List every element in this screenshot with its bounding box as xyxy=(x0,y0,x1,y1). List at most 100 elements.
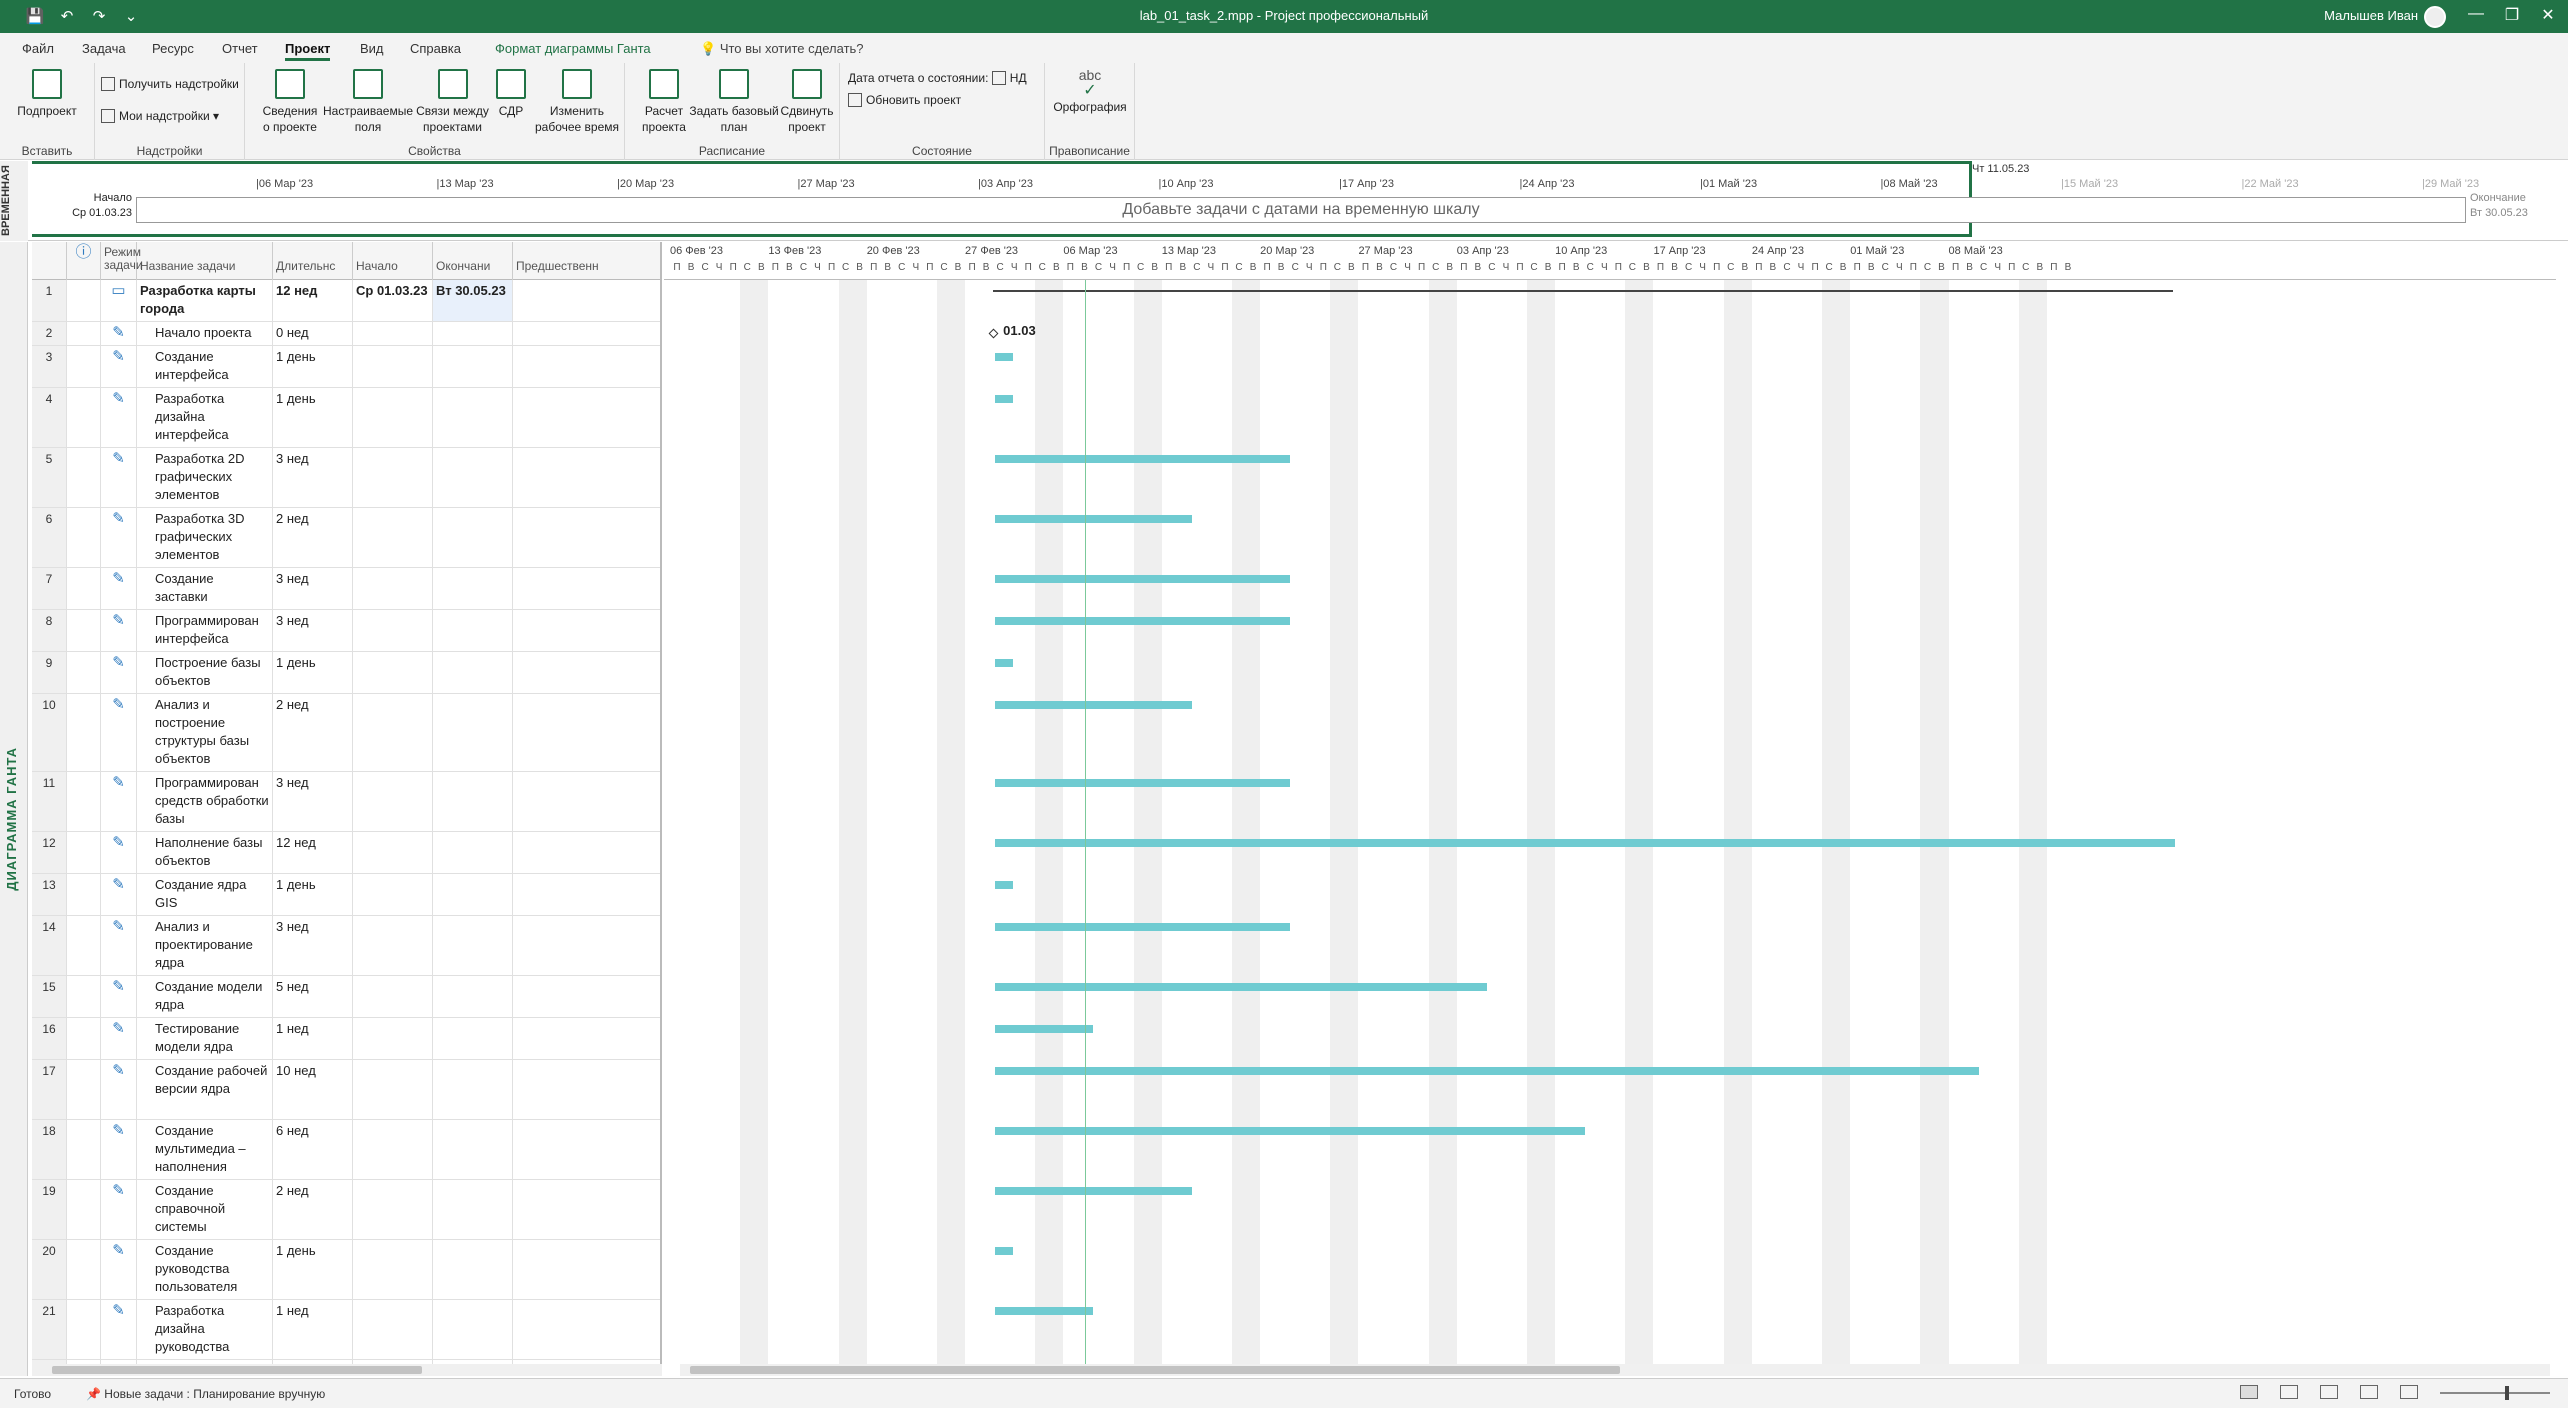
task-duration[interactable]: 1 нед xyxy=(273,1300,353,1359)
task-name[interactable]: Создание интерфейса xyxy=(137,346,273,387)
new-tasks-mode[interactable]: 📌 Новые задачи : Планирование вручную xyxy=(86,1387,325,1401)
row-id[interactable]: 7 xyxy=(32,568,67,609)
table-row[interactable]: 16 ✎ Тестирование модели ядра 1 нед xyxy=(32,1018,660,1060)
task-duration[interactable]: 1 нед xyxy=(273,1018,353,1059)
task-finish[interactable]: Вт 30.05.23 xyxy=(433,280,513,321)
task-duration[interactable]: 3 нед xyxy=(273,772,353,831)
task-bar[interactable] xyxy=(995,455,1291,463)
row-id[interactable]: 20 xyxy=(32,1240,67,1299)
gantt-view-shortcut-icon[interactable] xyxy=(2240,1385,2258,1399)
tab-gantt-format[interactable]: Формат диаграммы Ганта xyxy=(495,41,651,56)
gantt-chart[interactable]: 06 Фев '23 13 Фев '23 20 Фев '23 27 Фев '23… xyxy=(664,242,2556,1366)
task-duration[interactable]: 10 нед xyxy=(273,1060,353,1119)
move-project-button[interactable]: Сдвинуть проект xyxy=(777,69,837,135)
close-button[interactable]: ✕ xyxy=(2528,5,2568,25)
task-predecessors[interactable] xyxy=(513,916,660,975)
task-bar[interactable] xyxy=(995,575,1291,583)
task-usage-shortcut-icon[interactable] xyxy=(2280,1385,2298,1399)
row-id[interactable]: 1 xyxy=(32,280,67,321)
task-start[interactable] xyxy=(353,346,433,387)
task-bar[interactable] xyxy=(995,1025,1094,1033)
task-duration[interactable]: 3 нед xyxy=(273,568,353,609)
table-row[interactable]: 8 ✎ Программирован интерфейса 3 нед xyxy=(32,610,660,652)
task-bar[interactable] xyxy=(995,839,2176,847)
task-duration[interactable]: 12 нед xyxy=(273,280,353,321)
task-start[interactable] xyxy=(353,1180,433,1239)
table-row[interactable]: 2 ✎ Начало проекта 0 нед xyxy=(32,322,660,346)
task-duration[interactable]: 1 день xyxy=(273,388,353,447)
zoom-slider[interactable] xyxy=(2440,1392,2550,1394)
tab-task[interactable]: Задача xyxy=(82,41,126,56)
task-bar[interactable] xyxy=(995,395,1013,403)
table-row[interactable]: 21 ✎ Разработка дизайна руководства 1 нед xyxy=(32,1300,660,1360)
task-bar[interactable] xyxy=(995,1067,1979,1075)
task-duration[interactable]: 3 нед xyxy=(273,916,353,975)
table-row[interactable]: 7 ✎ Создание заставки 3 нед xyxy=(32,568,660,610)
task-predecessors[interactable] xyxy=(513,388,660,447)
table-row[interactable]: 17 ✎ Создание рабочей версии ядра 10 нед xyxy=(32,1060,660,1120)
tab-view[interactable]: Вид xyxy=(360,41,384,56)
task-predecessors[interactable] xyxy=(513,976,660,1017)
working-time-button[interactable]: Изменить рабочее время xyxy=(531,69,623,135)
table-row[interactable]: 18 ✎ Создание мультимедиа – наполнения 6 не… xyxy=(32,1120,660,1180)
task-finish[interactable] xyxy=(433,832,513,873)
task-predecessors[interactable] xyxy=(513,280,660,321)
tab-file[interactable]: Файл xyxy=(22,41,54,56)
table-row[interactable]: 6 ✎ Разработка 3D графических элементов 2 н… xyxy=(32,508,660,568)
tab-resource[interactable]: Ресурс xyxy=(152,41,194,56)
task-start[interactable] xyxy=(353,976,433,1017)
my-addins-button[interactable]: Мои надстройки ▾ xyxy=(101,109,219,123)
row-id[interactable]: 15 xyxy=(32,976,67,1017)
scroll-thumb[interactable] xyxy=(52,1366,422,1374)
task-name[interactable]: Построение базы объектов xyxy=(137,652,273,693)
task-start[interactable] xyxy=(353,610,433,651)
table-row[interactable]: 10 ✎ Анализ и построение структуры базы об… xyxy=(32,694,660,772)
task-duration[interactable]: 5 нед xyxy=(273,976,353,1017)
minimize-button[interactable]: — xyxy=(2456,5,2496,23)
task-duration[interactable]: 2 нед xyxy=(273,508,353,567)
task-predecessors[interactable] xyxy=(513,610,660,651)
mode-column-header[interactable]: Режим задачи xyxy=(101,242,143,280)
task-finish[interactable] xyxy=(433,1018,513,1059)
table-row[interactable]: 14 ✎ Анализ и проектирование ядра 3 нед xyxy=(32,916,660,976)
baseline-button[interactable]: Задать базовый план xyxy=(689,69,779,135)
task-name[interactable]: Анализ и построение структуры базы объек… xyxy=(137,694,273,771)
task-finish[interactable] xyxy=(433,346,513,387)
task-duration[interactable]: 1 день xyxy=(273,652,353,693)
task-duration[interactable]: 2 нед xyxy=(273,1180,353,1239)
task-duration[interactable]: 1 день xyxy=(273,346,353,387)
predecessors-column-header[interactable]: Предшественн xyxy=(513,242,660,280)
get-addins-button[interactable]: Получить надстройки xyxy=(101,77,239,91)
task-finish[interactable] xyxy=(433,1240,513,1299)
task-name[interactable]: Создание рабочей версии ядра xyxy=(137,1060,273,1119)
task-duration[interactable]: 12 нед xyxy=(273,832,353,873)
chart-horizontal-scrollbar[interactable] xyxy=(680,1364,2550,1376)
table-row[interactable]: 4 ✎ Разработка дизайна интерфейса 1 день xyxy=(32,388,660,448)
task-predecessors[interactable] xyxy=(513,772,660,831)
row-id[interactable]: 21 xyxy=(32,1300,67,1359)
status-date-button[interactable]: Дата отчета о состоянии: НД xyxy=(848,71,1027,85)
row-id[interactable]: 3 xyxy=(32,346,67,387)
task-name[interactable]: Тестирование модели ядра xyxy=(137,1018,273,1059)
row-id[interactable]: 18 xyxy=(32,1120,67,1179)
task-bar[interactable] xyxy=(995,659,1013,667)
row-id[interactable]: 8 xyxy=(32,610,67,651)
spelling-button[interactable]: abc ✓ Орфография xyxy=(1050,67,1130,115)
task-finish[interactable] xyxy=(433,874,513,915)
calculate-button[interactable]: Расчет проекта xyxy=(637,69,691,135)
task-predecessors[interactable] xyxy=(513,1180,660,1239)
task-start[interactable] xyxy=(353,322,433,345)
row-id[interactable]: 11 xyxy=(32,772,67,831)
update-project-button[interactable]: Обновить проект xyxy=(848,93,961,107)
grid-horizontal-scrollbar[interactable] xyxy=(32,1364,662,1376)
table-row[interactable]: 5 ✎ Разработка 2D графических элементов 3 н… xyxy=(32,448,660,508)
task-name[interactable]: Программирован интерфейса xyxy=(137,610,273,651)
team-planner-shortcut-icon[interactable] xyxy=(2320,1385,2338,1399)
project-info-button[interactable]: Сведения о проекте xyxy=(260,69,320,135)
row-id[interactable]: 19 xyxy=(32,1180,67,1239)
task-finish[interactable] xyxy=(433,322,513,345)
task-finish[interactable] xyxy=(433,772,513,831)
row-id[interactable]: 5 xyxy=(32,448,67,507)
task-start[interactable] xyxy=(353,1018,433,1059)
task-duration[interactable]: 3 нед xyxy=(273,448,353,507)
